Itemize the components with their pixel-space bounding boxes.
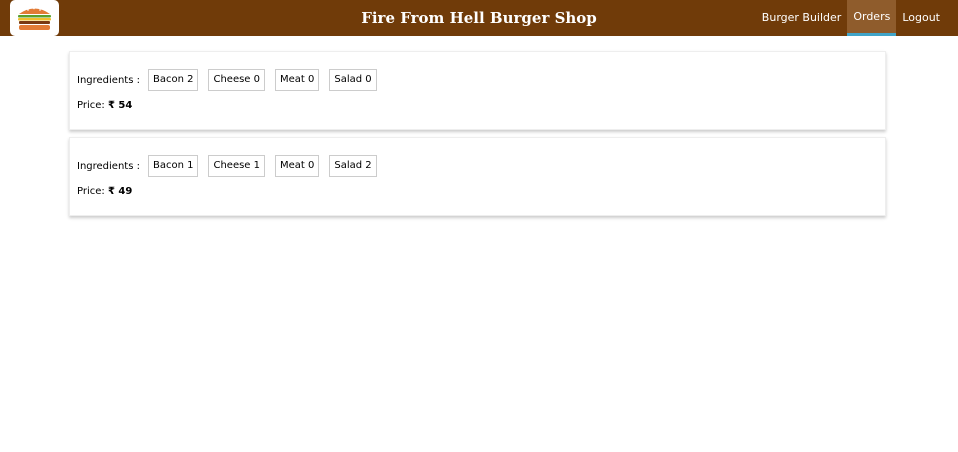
main-nav: Burger Builder Orders Logout — [756, 0, 946, 36]
price-label: Price: — [77, 100, 105, 111]
ingredients-row: Ingredients : Bacon 2 Cheese 0 Meat 0 Sa… — [77, 69, 387, 91]
order-card: Ingredients : Bacon 1 Cheese 1 Meat 0 Sa… — [69, 137, 886, 216]
order-price: Price: ₹ 54 — [77, 100, 132, 111]
nav-orders[interactable]: Orders — [847, 0, 897, 36]
order-card: Ingredients : Bacon 2 Cheese 0 Meat 0 Sa… — [69, 51, 886, 130]
ingredients-row: Ingredients : Bacon 1 Cheese 1 Meat 0 Sa… — [77, 155, 387, 177]
nav-logout[interactable]: Logout — [896, 0, 946, 36]
ingredient-cheese: Cheese 0 — [208, 69, 265, 91]
ingredient-meat: Meat 0 — [275, 69, 320, 91]
nav-burger-builder[interactable]: Burger Builder — [756, 0, 848, 36]
ingredients-label: Ingredients : — [77, 74, 140, 86]
logo[interactable] — [10, 0, 59, 36]
ingredient-salad: Salad 2 — [329, 155, 377, 177]
price-value: ₹ 54 — [107, 100, 133, 111]
order-price: Price: ₹ 49 — [77, 186, 132, 197]
burger-logo-icon — [18, 7, 51, 30]
ingredient-meat: Meat 0 — [275, 155, 320, 177]
ingredient-bacon: Bacon 2 — [147, 69, 199, 91]
ingredients-label: Ingredients : — [77, 160, 140, 172]
ingredient-bacon: Bacon 1 — [147, 155, 199, 177]
ingredient-salad: Salad 0 — [329, 69, 377, 91]
ingredient-cheese: Cheese 1 — [208, 155, 265, 177]
toolbar: Fire From Hell Burger Shop Burger Builde… — [0, 0, 958, 36]
price-value: ₹ 49 — [107, 186, 133, 197]
price-label: Price: — [77, 186, 105, 197]
